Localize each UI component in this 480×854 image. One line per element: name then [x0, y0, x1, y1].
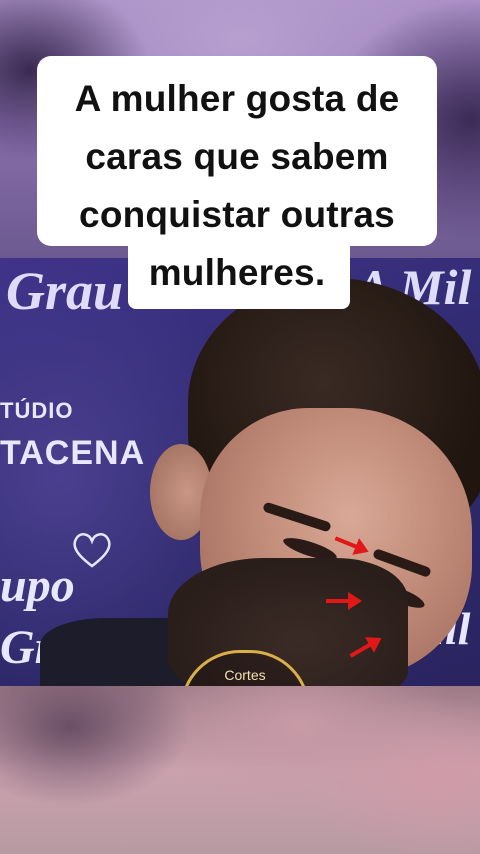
video-frame[interactable]: Grau A Mil TÚDIO TACENA upo Gr Pa Mil Co… [0, 258, 480, 686]
watermark-label: Cortes [224, 667, 266, 683]
backdrop-text-tacena: TACENA [0, 434, 146, 472]
caption-line-4: mulheres. [148, 252, 326, 293]
blurred-background-bottom [0, 686, 480, 854]
backdrop-text-upo: upo [0, 559, 75, 612]
backdrop-text-studio: TÚDIO [0, 398, 74, 423]
caption-line-3: conquistar outras [79, 194, 395, 235]
arrow-right-icon [326, 592, 362, 610]
caption-text: A mulher gosta de caras que sabem conqui… [37, 70, 437, 302]
heart-outline-icon [73, 533, 111, 568]
caption-line-2: caras que sabem [85, 136, 389, 177]
caption-line-1: A mulher gosta de [74, 78, 400, 119]
